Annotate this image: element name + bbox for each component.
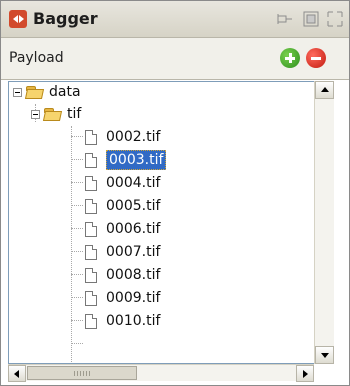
collapse-toggle-icon[interactable] xyxy=(31,109,40,119)
file-label: 0004.tif xyxy=(106,175,161,191)
payload-label: Payload xyxy=(9,50,64,66)
folder-open-icon xyxy=(44,107,62,121)
file-icon xyxy=(85,198,97,214)
file-label: 0009.tif xyxy=(106,290,161,306)
tree-connector xyxy=(71,320,83,321)
file-icon xyxy=(85,267,97,283)
file-row-0007[interactable]: 0007.tif xyxy=(85,242,160,262)
tree-node-label: tif xyxy=(67,106,82,122)
add-icon-stroke xyxy=(289,53,292,63)
remove-payload-button[interactable] xyxy=(306,48,326,68)
bagger-panel: Bagger Payload data tif 0002.tif 0003.ti… xyxy=(0,0,350,386)
file-label: 0008.tif xyxy=(106,267,161,283)
tree-connector xyxy=(71,126,72,362)
tree-connector xyxy=(71,343,83,344)
file-row-0006[interactable]: 0006.tif xyxy=(85,219,160,239)
scroll-right-button[interactable] xyxy=(296,365,314,382)
folder-open-icon xyxy=(26,85,44,99)
file-label: 0007.tif xyxy=(106,244,161,260)
payload-toolbar: Payload xyxy=(1,38,349,80)
tree-node-tif[interactable]: tif xyxy=(31,104,81,124)
file-label: 0010.tif xyxy=(106,313,161,329)
scroll-down-button[interactable] xyxy=(315,346,334,364)
scroll-up-button[interactable] xyxy=(315,81,334,99)
file-row-0009[interactable]: 0009.tif xyxy=(85,288,160,308)
file-row-0010[interactable]: 0010.tif xyxy=(85,311,160,331)
file-icon xyxy=(85,152,97,168)
file-icon xyxy=(85,290,97,306)
bagger-app-icon xyxy=(9,10,27,28)
arrow-down-icon xyxy=(321,353,329,358)
maximize-icon[interactable] xyxy=(326,10,344,28)
file-row-0003[interactable]: 0003.tif xyxy=(85,150,167,170)
file-label: 0005.tif xyxy=(106,198,161,214)
scroll-grip-icon xyxy=(74,371,90,376)
file-row-0008[interactable]: 0008.tif xyxy=(85,265,160,285)
tree-connector xyxy=(71,136,83,137)
tree-connector xyxy=(71,251,83,252)
vertical-scrollbar[interactable] xyxy=(314,81,334,364)
file-row-0004[interactable]: 0004.tif xyxy=(85,173,160,193)
payload-tree[interactable]: data tif 0002.tif 0003.tif 0004.tif 0005… xyxy=(8,81,334,364)
restore-icon[interactable] xyxy=(302,10,320,28)
pin-icon[interactable] xyxy=(276,10,294,28)
tree-node-label: data xyxy=(49,84,81,100)
scroll-left-button[interactable] xyxy=(8,365,26,382)
arrow-right-icon xyxy=(303,370,308,378)
file-icon xyxy=(85,313,97,329)
collapse-toggle-icon[interactable] xyxy=(13,87,22,97)
tree-connector xyxy=(71,159,83,160)
file-icon xyxy=(85,129,97,145)
file-icon xyxy=(85,175,97,191)
tree-connector xyxy=(71,274,83,275)
file-label-selected: 0003.tif xyxy=(106,150,167,170)
horizontal-scroll-thumb[interactable] xyxy=(27,366,137,380)
tree-connector xyxy=(71,297,83,298)
remove-icon xyxy=(311,57,321,60)
file-icon xyxy=(85,221,97,237)
file-label: 0006.tif xyxy=(106,221,161,237)
horizontal-scrollbar[interactable] xyxy=(8,364,314,382)
panel-title: Bagger xyxy=(33,9,98,28)
arrow-left-icon xyxy=(14,370,19,378)
add-payload-button[interactable] xyxy=(280,48,300,68)
tree-connector xyxy=(71,228,83,229)
tree-connector xyxy=(71,205,83,206)
file-row-0005[interactable]: 0005.tif xyxy=(85,196,160,216)
file-label: 0002.tif xyxy=(106,129,161,145)
file-row-0002[interactable]: 0002.tif xyxy=(85,127,160,147)
tree-node-data[interactable]: data xyxy=(13,82,81,102)
file-icon xyxy=(85,244,97,260)
tree-connector xyxy=(71,182,83,183)
title-bar: Bagger xyxy=(1,1,349,38)
arrow-up-icon xyxy=(321,87,329,92)
